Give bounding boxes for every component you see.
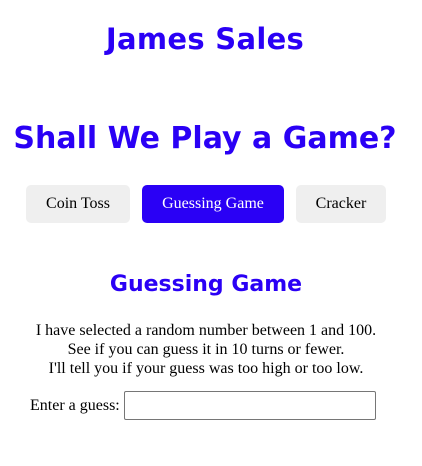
instruction-line: See if you can guess it in 10 turns or f…: [67, 341, 345, 358]
page-title: Shall We Play a Game?: [13, 121, 397, 156]
tab-guessing-game[interactable]: Guessing Game: [142, 185, 284, 223]
game-instructions: I have selected a random number between …: [0, 321, 412, 378]
game-tabs: Coin Toss Guessing Game Cracker: [26, 185, 386, 223]
tab-cracker[interactable]: Cracker: [296, 185, 386, 223]
instruction-line: I'll tell you if your guess was too high…: [48, 360, 364, 377]
instruction-line: I have selected a random number between …: [35, 322, 377, 339]
site-title: James Sales: [105, 22, 305, 56]
guess-form: Enter a guess:: [30, 391, 376, 420]
guess-input[interactable]: [123, 391, 376, 420]
section-title: Guessing Game: [109, 272, 303, 297]
tab-coin-toss[interactable]: Coin Toss: [26, 185, 130, 223]
guess-label: Enter a guess:: [30, 396, 120, 414]
